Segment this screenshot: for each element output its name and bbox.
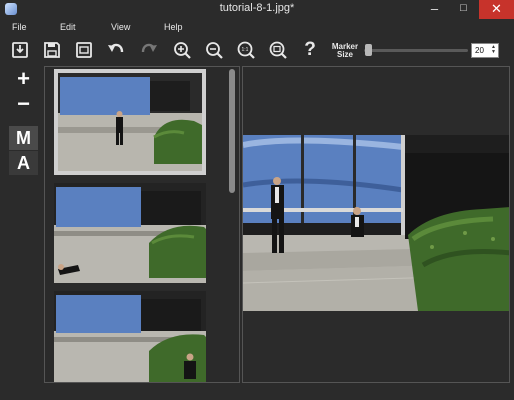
marker-size-slider[interactable]	[364, 44, 468, 56]
undo-icon[interactable]	[106, 40, 126, 60]
marker-label-line2: Size	[336, 50, 353, 59]
thumbnail-1[interactable]	[54, 69, 206, 175]
marker-size-spinbox[interactable]: 20 ▲ ▼	[471, 43, 499, 58]
thumbnail-2-image	[54, 183, 206, 283]
thumbnail-3-image	[54, 291, 206, 382]
left-tool-strip: + − M A	[9, 66, 38, 175]
thumbnail-3[interactable]	[54, 291, 206, 382]
zoom-out-icon[interactable]	[204, 40, 224, 60]
maximize-button[interactable]: □	[450, 0, 477, 19]
zoom-fit-icon[interactable]	[268, 40, 288, 60]
add-marker-button[interactable]: +	[9, 68, 38, 92]
image-viewer[interactable]	[242, 66, 510, 383]
auto-mode-button[interactable]: A	[9, 151, 38, 175]
minimize-button[interactable]: –	[421, 0, 448, 19]
toolbar: 1:1 ? Marker Size 20 ▲ ▼	[0, 37, 514, 63]
svg-text:1:1: 1:1	[242, 47, 249, 53]
close-button[interactable]: ✕	[479, 0, 514, 19]
redo-icon[interactable]	[139, 40, 159, 60]
save-icon[interactable]	[42, 40, 62, 60]
marker-size-label: Marker Size	[330, 43, 360, 59]
zoom-in-icon[interactable]	[172, 40, 192, 60]
main-image[interactable]	[243, 67, 510, 383]
thumbnail-1-image	[54, 69, 206, 175]
zoom-actual-icon[interactable]: 1:1	[236, 40, 256, 60]
remove-marker-button[interactable]: −	[9, 93, 38, 117]
slider-handle[interactable]	[365, 44, 372, 56]
export-icon[interactable]	[74, 40, 94, 60]
thumbnail-panel	[44, 66, 240, 383]
slider-track	[364, 49, 468, 52]
scrollbar-thumb[interactable]	[229, 69, 235, 193]
thumbnail-scrollbar[interactable]	[228, 69, 238, 381]
menu-help[interactable]: Help	[164, 22, 183, 32]
title-bar: tutorial-8-1.jpg* – □ ✕	[0, 0, 514, 19]
spin-arrows-icon[interactable]: ▲ ▼	[491, 45, 497, 56]
menu-file[interactable]: File	[12, 22, 27, 32]
thumbnail-2[interactable]	[54, 183, 206, 283]
menu-edit[interactable]: Edit	[60, 22, 76, 32]
manual-mode-button[interactable]: M	[9, 126, 38, 150]
marker-size-value: 20	[475, 46, 484, 55]
help-icon[interactable]: ?	[300, 40, 320, 60]
menu-bar: File Edit View Help	[0, 19, 514, 37]
import-icon[interactable]	[10, 40, 30, 60]
status-bar	[0, 383, 514, 400]
menu-view[interactable]: View	[111, 22, 130, 32]
